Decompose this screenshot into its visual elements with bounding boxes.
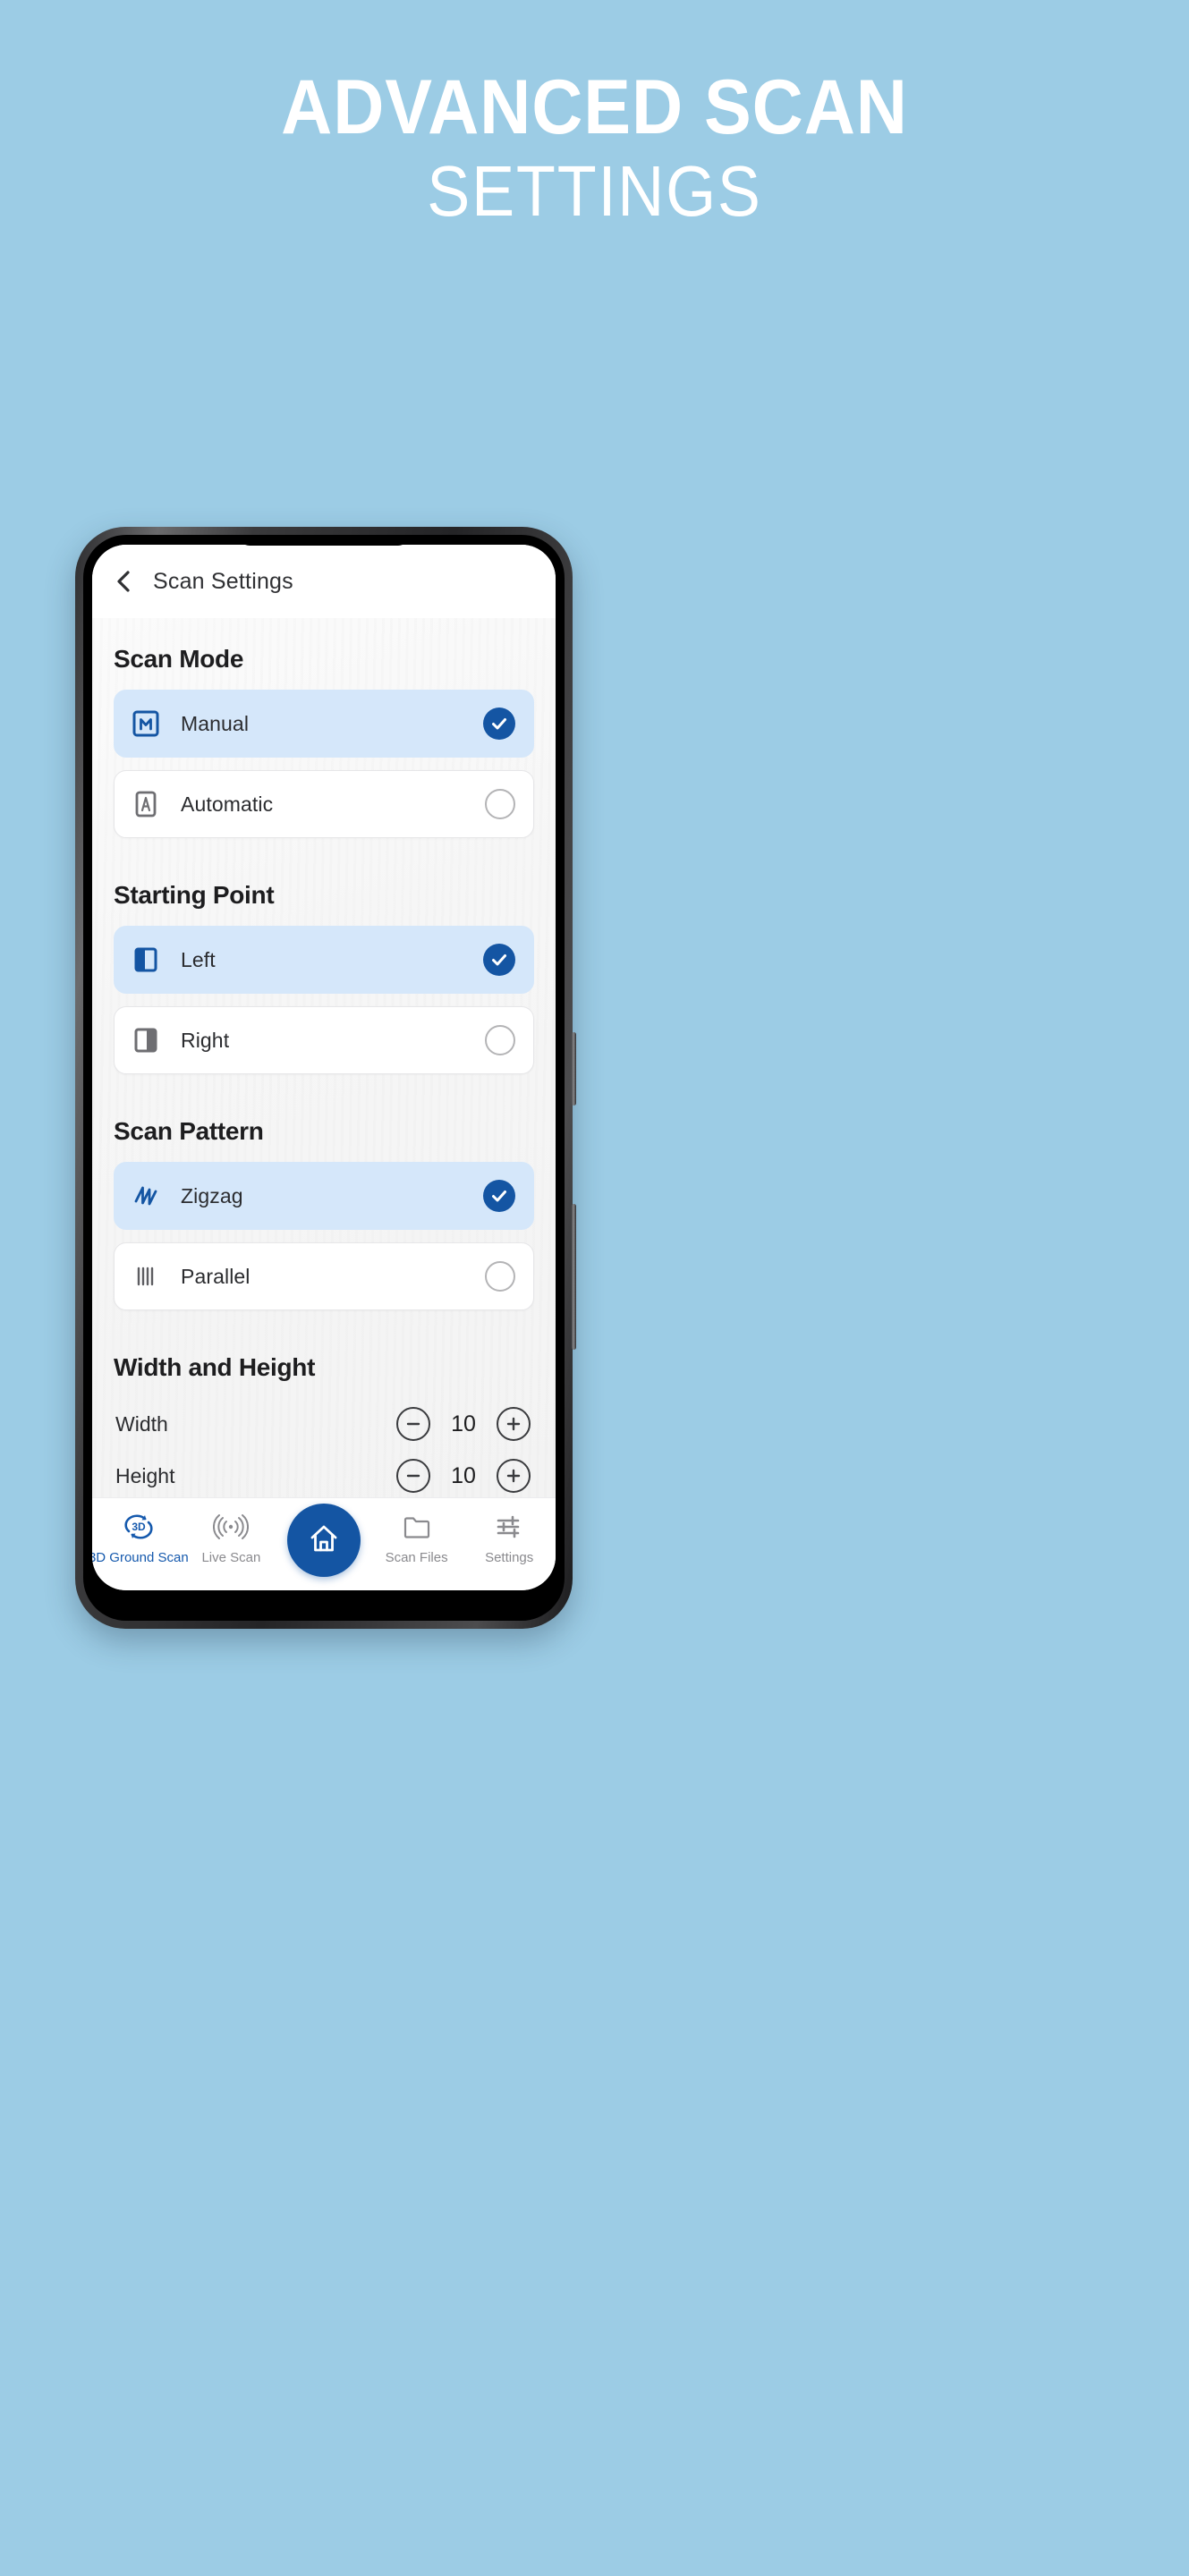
align-left-half-icon [131, 945, 161, 975]
home-fab-button[interactable] [287, 1504, 361, 1577]
section-heading-scan-mode: Scan Mode [114, 645, 244, 673]
stepper-label-height: Height [115, 1463, 175, 1487]
home-icon [306, 1521, 342, 1561]
radio-selected-left[interactable] [483, 944, 515, 976]
nav-label-3d-ground-scan: 3D Ground Scan [92, 1550, 189, 1565]
option-label-zigzag: Zigzag [181, 1183, 243, 1208]
option-row-zigzag[interactable]: Zigzag [114, 1162, 534, 1230]
promo-title-line-2: SETTINGS [427, 151, 762, 231]
minus-circle-icon-width[interactable] [396, 1407, 430, 1441]
option-label-left: Left [181, 947, 216, 971]
option-row-automatic[interactable]: Automatic [114, 770, 534, 838]
signal-waves-icon [213, 1509, 250, 1545]
section-heading-starting-point: Starting Point [114, 881, 275, 909]
option-row-left[interactable]: Left [114, 926, 534, 994]
3d-rotate-icon: 3D [121, 1509, 157, 1545]
stepper-value-width: 10 [451, 1411, 476, 1436]
folder-icon [402, 1509, 432, 1545]
automatic-a-box-icon [131, 789, 161, 819]
option-row-right[interactable]: Right [114, 1006, 534, 1074]
nav-item-settings[interactable]: Settings [464, 1509, 554, 1565]
radio-unselected-parallel[interactable] [485, 1261, 515, 1292]
nav-item-live-scan[interactable]: Live Scan [186, 1509, 276, 1565]
nav-label-live-scan: Live Scan [201, 1550, 261, 1565]
phone-bezel: Scan Settings Scan Mode Manual Automatic… [83, 535, 565, 1621]
option-label-parallel: Parallel [181, 1264, 251, 1288]
app-screen: Scan Settings Scan Mode Manual Automatic… [92, 545, 556, 1590]
option-row-manual[interactable]: Manual [114, 690, 534, 758]
stepper-label-width: Width [115, 1411, 168, 1436]
promo-headline: ADVANCED SCAN SETTINGS [0, 0, 1189, 233]
option-label-right: Right [181, 1028, 230, 1052]
option-row-parallel[interactable]: Parallel [114, 1242, 534, 1310]
bottom-navigation-bar: 3D 3D Ground Scan Live Scan Scan Files S… [92, 1497, 556, 1590]
phone-side-button-lower[interactable] [572, 1204, 576, 1350]
minus-circle-icon-height[interactable] [396, 1459, 430, 1493]
align-right-half-icon [131, 1025, 161, 1055]
app-bar: Scan Settings [92, 545, 556, 618]
stepper-value-height: 10 [451, 1462, 476, 1488]
nav-label-scan-files: Scan Files [385, 1550, 448, 1565]
option-label-automatic: Automatic [181, 792, 274, 816]
radio-selected-zigzag[interactable] [483, 1180, 515, 1212]
nav-item-3d-ground-scan[interactable]: 3D 3D Ground Scan [92, 1509, 189, 1565]
radio-selected-manual[interactable] [483, 708, 515, 740]
stepper-row-width: Width 10 [114, 1398, 534, 1450]
svg-text:3D: 3D [132, 1521, 146, 1533]
chevron-left-icon[interactable] [112, 570, 135, 593]
parallel-lines-icon [131, 1261, 161, 1292]
radio-unselected-right[interactable] [485, 1025, 515, 1055]
settings-content: Scan Mode Manual Automatic Starting Poin… [92, 618, 556, 1497]
stepper-control-height: 10 [396, 1459, 531, 1493]
plus-circle-icon-width[interactable] [497, 1407, 531, 1441]
manual-m-box-icon [131, 708, 161, 739]
stepper-control-width: 10 [396, 1407, 531, 1441]
nav-item-scan-files[interactable]: Scan Files [372, 1509, 462, 1565]
phone-notch [239, 535, 409, 546]
plus-circle-icon-height[interactable] [497, 1459, 531, 1493]
radio-unselected-automatic[interactable] [485, 789, 515, 819]
promo-title-line-1: ADVANCED SCAN [281, 64, 908, 150]
sliders-icon [495, 1509, 523, 1545]
phone-mockup: Scan Settings Scan Mode Manual Automatic… [75, 527, 576, 1629]
zigzag-wave-icon [131, 1181, 161, 1211]
nav-label-settings: Settings [485, 1550, 534, 1565]
section-heading-scan-pattern: Scan Pattern [114, 1117, 264, 1145]
section-heading-width-height: Width and Height [114, 1353, 316, 1381]
option-label-manual: Manual [181, 711, 250, 735]
page-title: Scan Settings [153, 568, 293, 594]
phone-side-button-upper[interactable] [572, 1032, 576, 1106]
stepper-row-height: Height 10 [114, 1450, 534, 1497]
